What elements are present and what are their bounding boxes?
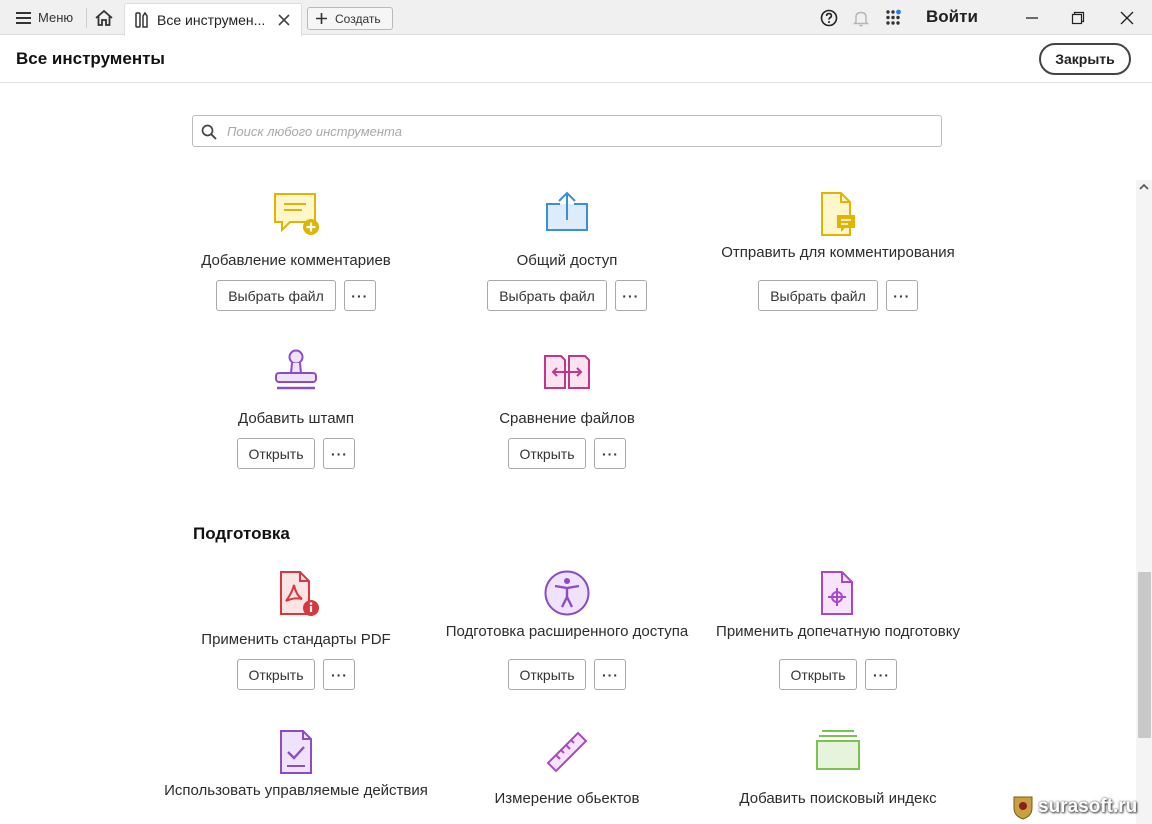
minimize-button[interactable]	[1012, 0, 1052, 35]
scroll-up-icon[interactable]	[1139, 182, 1149, 192]
scrollbar-thumb[interactable]	[1138, 572, 1151, 738]
restore-icon	[1071, 11, 1085, 24]
coat-of-arms-icon	[1013, 796, 1033, 820]
index-icon[interactable]	[814, 728, 862, 776]
more-button[interactable]: ···	[865, 659, 898, 690]
tool-name: Добавить штамп	[238, 410, 354, 427]
more-button[interactable]: ···	[614, 280, 647, 311]
tool-name: Сравнение файлов	[499, 410, 635, 427]
accessibility-icon[interactable]	[543, 569, 591, 617]
send-for-comments-icon[interactable]	[814, 190, 862, 238]
menu-label: Меню	[38, 10, 74, 25]
create-label: Создать	[335, 11, 381, 26]
choose-file-button[interactable]: Выбрать файл	[487, 280, 607, 311]
tool-search[interactable]	[192, 115, 942, 147]
more-button[interactable]: ···	[885, 280, 918, 311]
bell-icon[interactable]	[852, 9, 870, 27]
page-title: Все инструменты	[16, 49, 165, 68]
open-button[interactable]: Открыть	[507, 659, 587, 690]
tab-all-tools[interactable]: Все инструмен...	[124, 3, 302, 36]
tool-name: Применить стандарты PDF	[201, 631, 391, 648]
tool-name: Добавить поисковый индекс	[739, 790, 937, 807]
share-icon[interactable]	[543, 190, 591, 238]
divider	[86, 8, 87, 28]
tool-name: Применить допечатную подготовку	[716, 623, 960, 640]
more-button[interactable]: ···	[343, 280, 376, 311]
menu-button[interactable]: Меню	[8, 0, 81, 35]
more-button[interactable]: ···	[323, 659, 356, 690]
login-button[interactable]: Войти	[926, 7, 978, 27]
hamburger-icon	[16, 11, 31, 24]
tab-label: Все инструмен...	[157, 12, 266, 28]
close-icon[interactable]	[277, 13, 291, 27]
title-bar: Меню Все инструмен... Создать Войти	[0, 0, 1152, 36]
close-tools-button[interactable]: Закрыть	[1039, 43, 1131, 75]
minimize-icon	[1026, 16, 1038, 19]
apps-icon[interactable]	[885, 9, 903, 27]
section-title: Подготовка	[193, 524, 290, 543]
tool-name: Использовать управляемые действия	[164, 782, 428, 799]
plus-icon	[316, 13, 327, 24]
stamp-icon[interactable]	[272, 348, 320, 396]
comment-icon[interactable]	[272, 190, 320, 238]
open-button[interactable]: Открыть	[236, 438, 316, 469]
watermark: surasoft.ru	[1012, 794, 1137, 820]
home-icon	[95, 9, 113, 26]
home-button[interactable]	[90, 0, 118, 35]
scrollbar[interactable]	[1136, 180, 1152, 824]
print-production-icon[interactable]	[814, 569, 862, 617]
tool-name: Отправить для комментирования	[721, 244, 955, 261]
more-button[interactable]: ···	[594, 438, 627, 469]
measure-icon[interactable]	[543, 728, 591, 776]
create-button[interactable]: Создать	[307, 7, 393, 30]
watermark-text: surasoft.ru	[1038, 796, 1138, 817]
open-button[interactable]: Открыть	[236, 659, 316, 690]
tool-name: Добавление комментариев	[201, 252, 391, 269]
compare-icon[interactable]	[543, 348, 591, 396]
search-icon	[201, 124, 217, 140]
choose-file-button[interactable]: Выбрать файл	[758, 280, 878, 311]
close-icon	[1120, 11, 1134, 24]
search-input[interactable]	[227, 116, 927, 146]
page-header: Все инструменты Закрыть	[0, 36, 1152, 83]
more-button[interactable]: ···	[323, 438, 356, 469]
tool-name: Подготовка расширенного доступа	[445, 623, 689, 640]
action-wizard-icon[interactable]	[272, 728, 320, 776]
choose-file-button[interactable]: Выбрать файл	[216, 280, 336, 311]
window-close-button[interactable]	[1107, 0, 1147, 35]
help-icon[interactable]	[820, 9, 838, 27]
tool-name: Общий доступ	[516, 252, 618, 269]
more-button[interactable]: ···	[594, 659, 627, 690]
open-button[interactable]: Открыть	[507, 438, 587, 469]
pdf-standards-icon[interactable]	[272, 569, 320, 617]
restore-button[interactable]	[1058, 0, 1098, 35]
tool-name: Измерение обьектов	[494, 790, 640, 807]
open-button[interactable]: Открыть	[778, 659, 858, 690]
tools-icon	[135, 12, 148, 28]
